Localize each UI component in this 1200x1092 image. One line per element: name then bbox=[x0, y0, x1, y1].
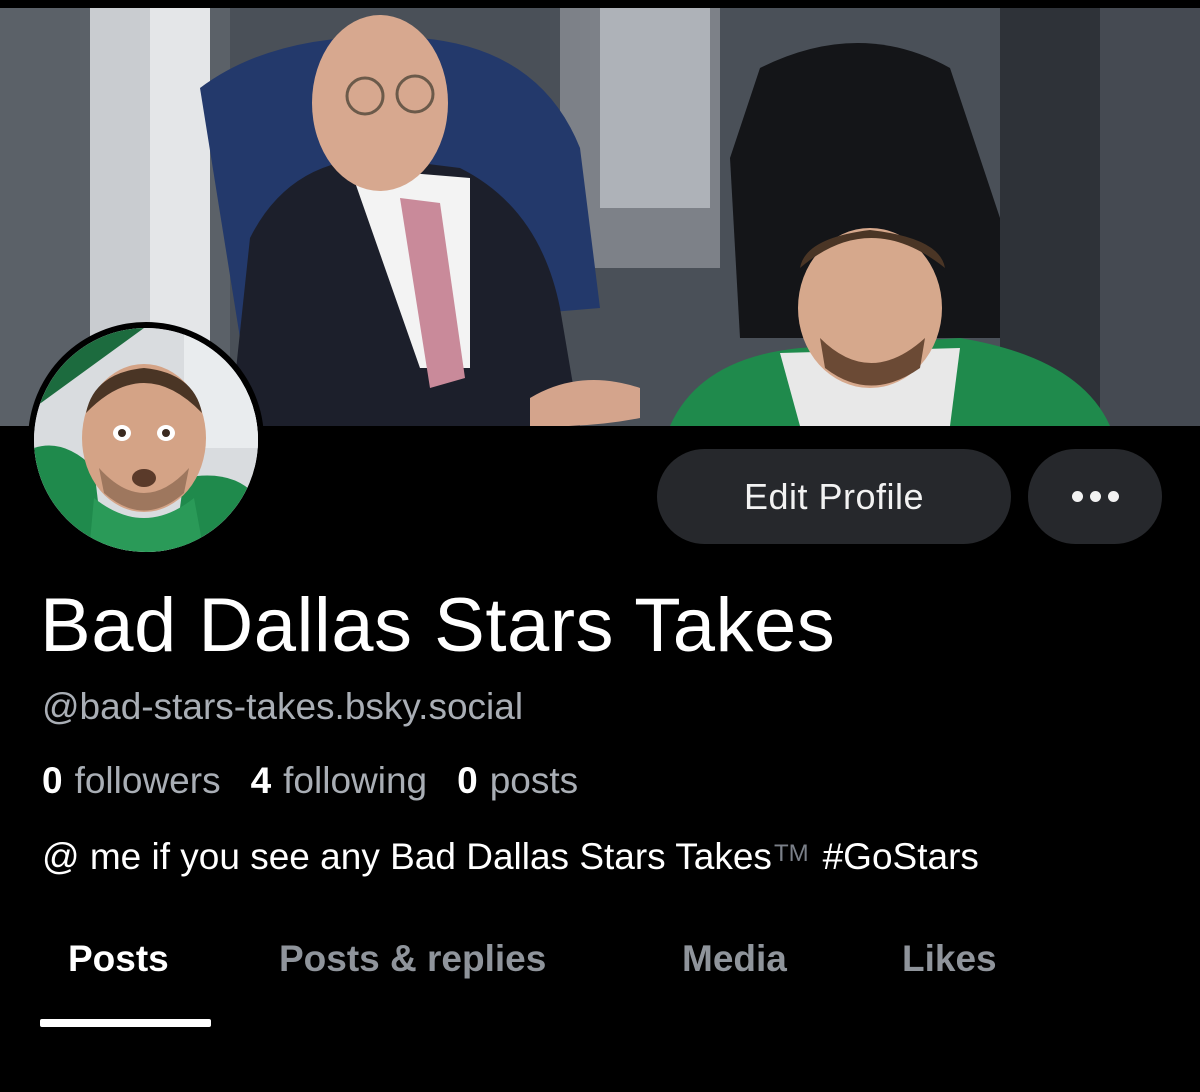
posts-count: 0 bbox=[457, 760, 478, 801]
profile-tabs: Posts Posts & replies Media Likes bbox=[0, 932, 1200, 1032]
edit-profile-label: Edit Profile bbox=[743, 475, 925, 517]
profile-handle: @bad-stars-takes.bsky.social bbox=[42, 686, 524, 727]
active-tab-indicator bbox=[40, 1019, 211, 1027]
bio-hashtag-link[interactable]: #GoStars bbox=[823, 836, 979, 877]
following-stat[interactable]: 4 following bbox=[251, 760, 428, 802]
more-options-button[interactable] bbox=[1028, 449, 1162, 544]
followers-count: 0 bbox=[42, 760, 63, 801]
edit-profile-button[interactable]: Edit Profile bbox=[657, 449, 1011, 544]
profile-stats: 0 followers 4 following 0 posts bbox=[42, 760, 578, 802]
posts-stat: 0 posts bbox=[457, 760, 578, 802]
tab-media[interactable]: Media bbox=[682, 938, 787, 980]
followers-label: followers bbox=[74, 760, 221, 801]
posts-label: posts bbox=[489, 760, 579, 801]
followers-stat[interactable]: 0 followers bbox=[42, 760, 221, 802]
bio-text: @ me if you see any Bad Dallas Stars Tak… bbox=[42, 836, 772, 877]
profile-screen: Edit Profile Bad Dallas Stars Takes @bad… bbox=[0, 0, 1200, 1092]
avatar-image bbox=[34, 328, 258, 552]
display-name: Bad Dallas Stars Takes bbox=[40, 583, 836, 668]
profile-avatar[interactable] bbox=[28, 322, 264, 558]
profile-bio: @ me if you see any Bad Dallas Stars Tak… bbox=[42, 836, 979, 878]
following-count: 4 bbox=[250, 760, 272, 801]
tab-posts[interactable]: Posts bbox=[68, 938, 169, 980]
trademark-mark: TM bbox=[773, 840, 809, 867]
tab-likes[interactable]: Likes bbox=[902, 938, 997, 980]
ellipsis-horizontal-icon bbox=[1071, 491, 1119, 502]
tab-posts-and-replies[interactable]: Posts & replies bbox=[279, 938, 546, 980]
following-label: following bbox=[283, 760, 428, 801]
